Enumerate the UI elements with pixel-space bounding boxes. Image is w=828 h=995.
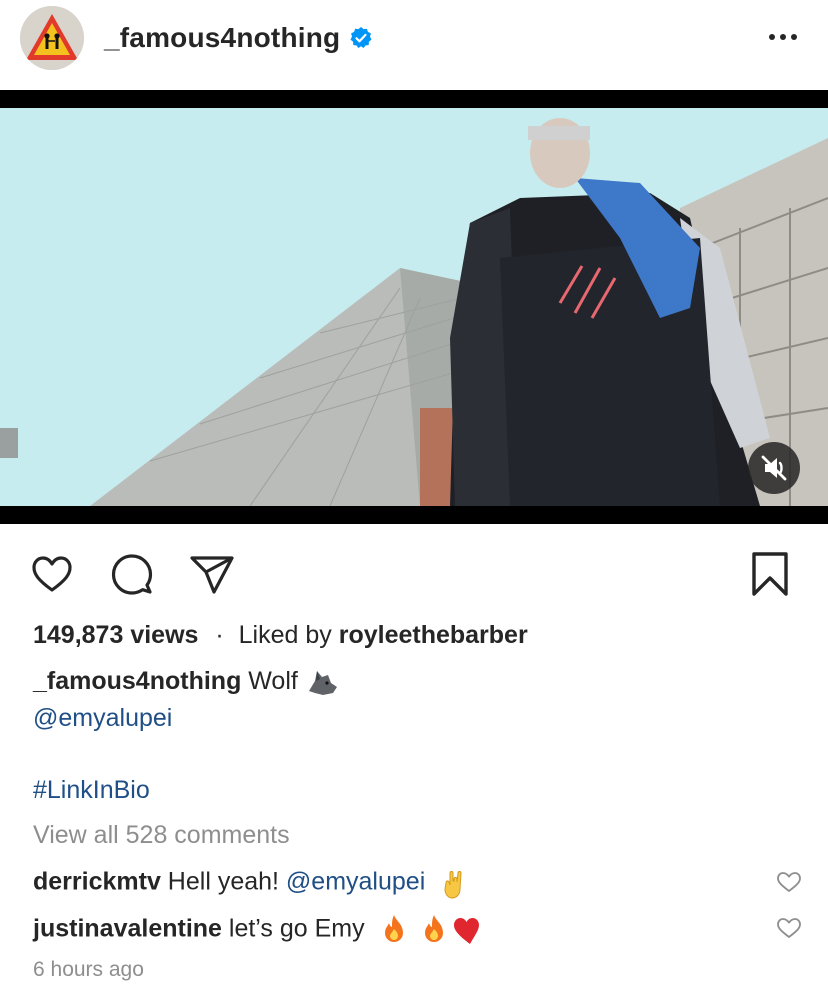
post-header: _famous4nothing: [0, 0, 828, 90]
separator-dot: ·: [215, 621, 224, 649]
comment-username[interactable]: justinavalentine: [33, 915, 222, 943]
post-author-username[interactable]: _famous4nothing: [104, 22, 340, 54]
caption-username[interactable]: _famous4nothing: [33, 667, 241, 695]
comment-icon[interactable]: [108, 550, 156, 598]
comment-row: derrickmtv Hell yeah! @emyalupei: [33, 867, 470, 899]
comment-mention[interactable]: @emyalupei: [286, 868, 425, 896]
comment-text: let’s go Emy: [221, 914, 372, 943]
views-and-likes: 149,873 views · Liked by royleethebarber: [33, 621, 528, 650]
liked-by-username[interactable]: royleethebarber: [339, 621, 528, 649]
post-video[interactable]: [0, 90, 828, 524]
liked-by-prefix: Liked by: [238, 621, 339, 649]
view-all-comments-link[interactable]: View all 528 comments: [33, 821, 290, 850]
comment-row: justinavalentine let’s go Emy: [33, 913, 488, 947]
speaker-muted-icon: [761, 455, 787, 481]
like-comment-heart-icon[interactable]: [776, 870, 802, 894]
comment-text: Hell yeah!: [160, 867, 286, 896]
wolf-emoji: [308, 671, 337, 696]
paper-plane-icon[interactable]: [188, 550, 236, 598]
caption-mention[interactable]: @emyalupei: [33, 704, 172, 733]
profile-avatar[interactable]: [20, 6, 84, 70]
video-frame: [0, 108, 828, 506]
ellipsis-icon[interactable]: [766, 24, 800, 50]
heart-icon[interactable]: [28, 550, 76, 598]
post-actions-bar: [0, 540, 828, 610]
caption: _famous4nothing Wolf: [33, 667, 339, 697]
avatar-warning-sign-icon: [20, 6, 84, 70]
like-comment-heart-icon[interactable]: [776, 916, 802, 940]
comment-username[interactable]: derrickmtv: [33, 868, 161, 896]
view-count[interactable]: 149,873 views: [33, 621, 198, 649]
verified-badge-icon: [350, 27, 372, 48]
sign-of-horns-emoji: [444, 871, 462, 899]
caption-hashtag[interactable]: #LinkInBio: [33, 776, 150, 805]
bookmark-icon[interactable]: [746, 550, 794, 598]
fire-fire-heart-emoji: [384, 915, 479, 944]
caption-text: Wolf: [241, 667, 305, 695]
post-timestamp: 6 hours ago: [33, 958, 144, 981]
mute-button[interactable]: [748, 442, 800, 494]
